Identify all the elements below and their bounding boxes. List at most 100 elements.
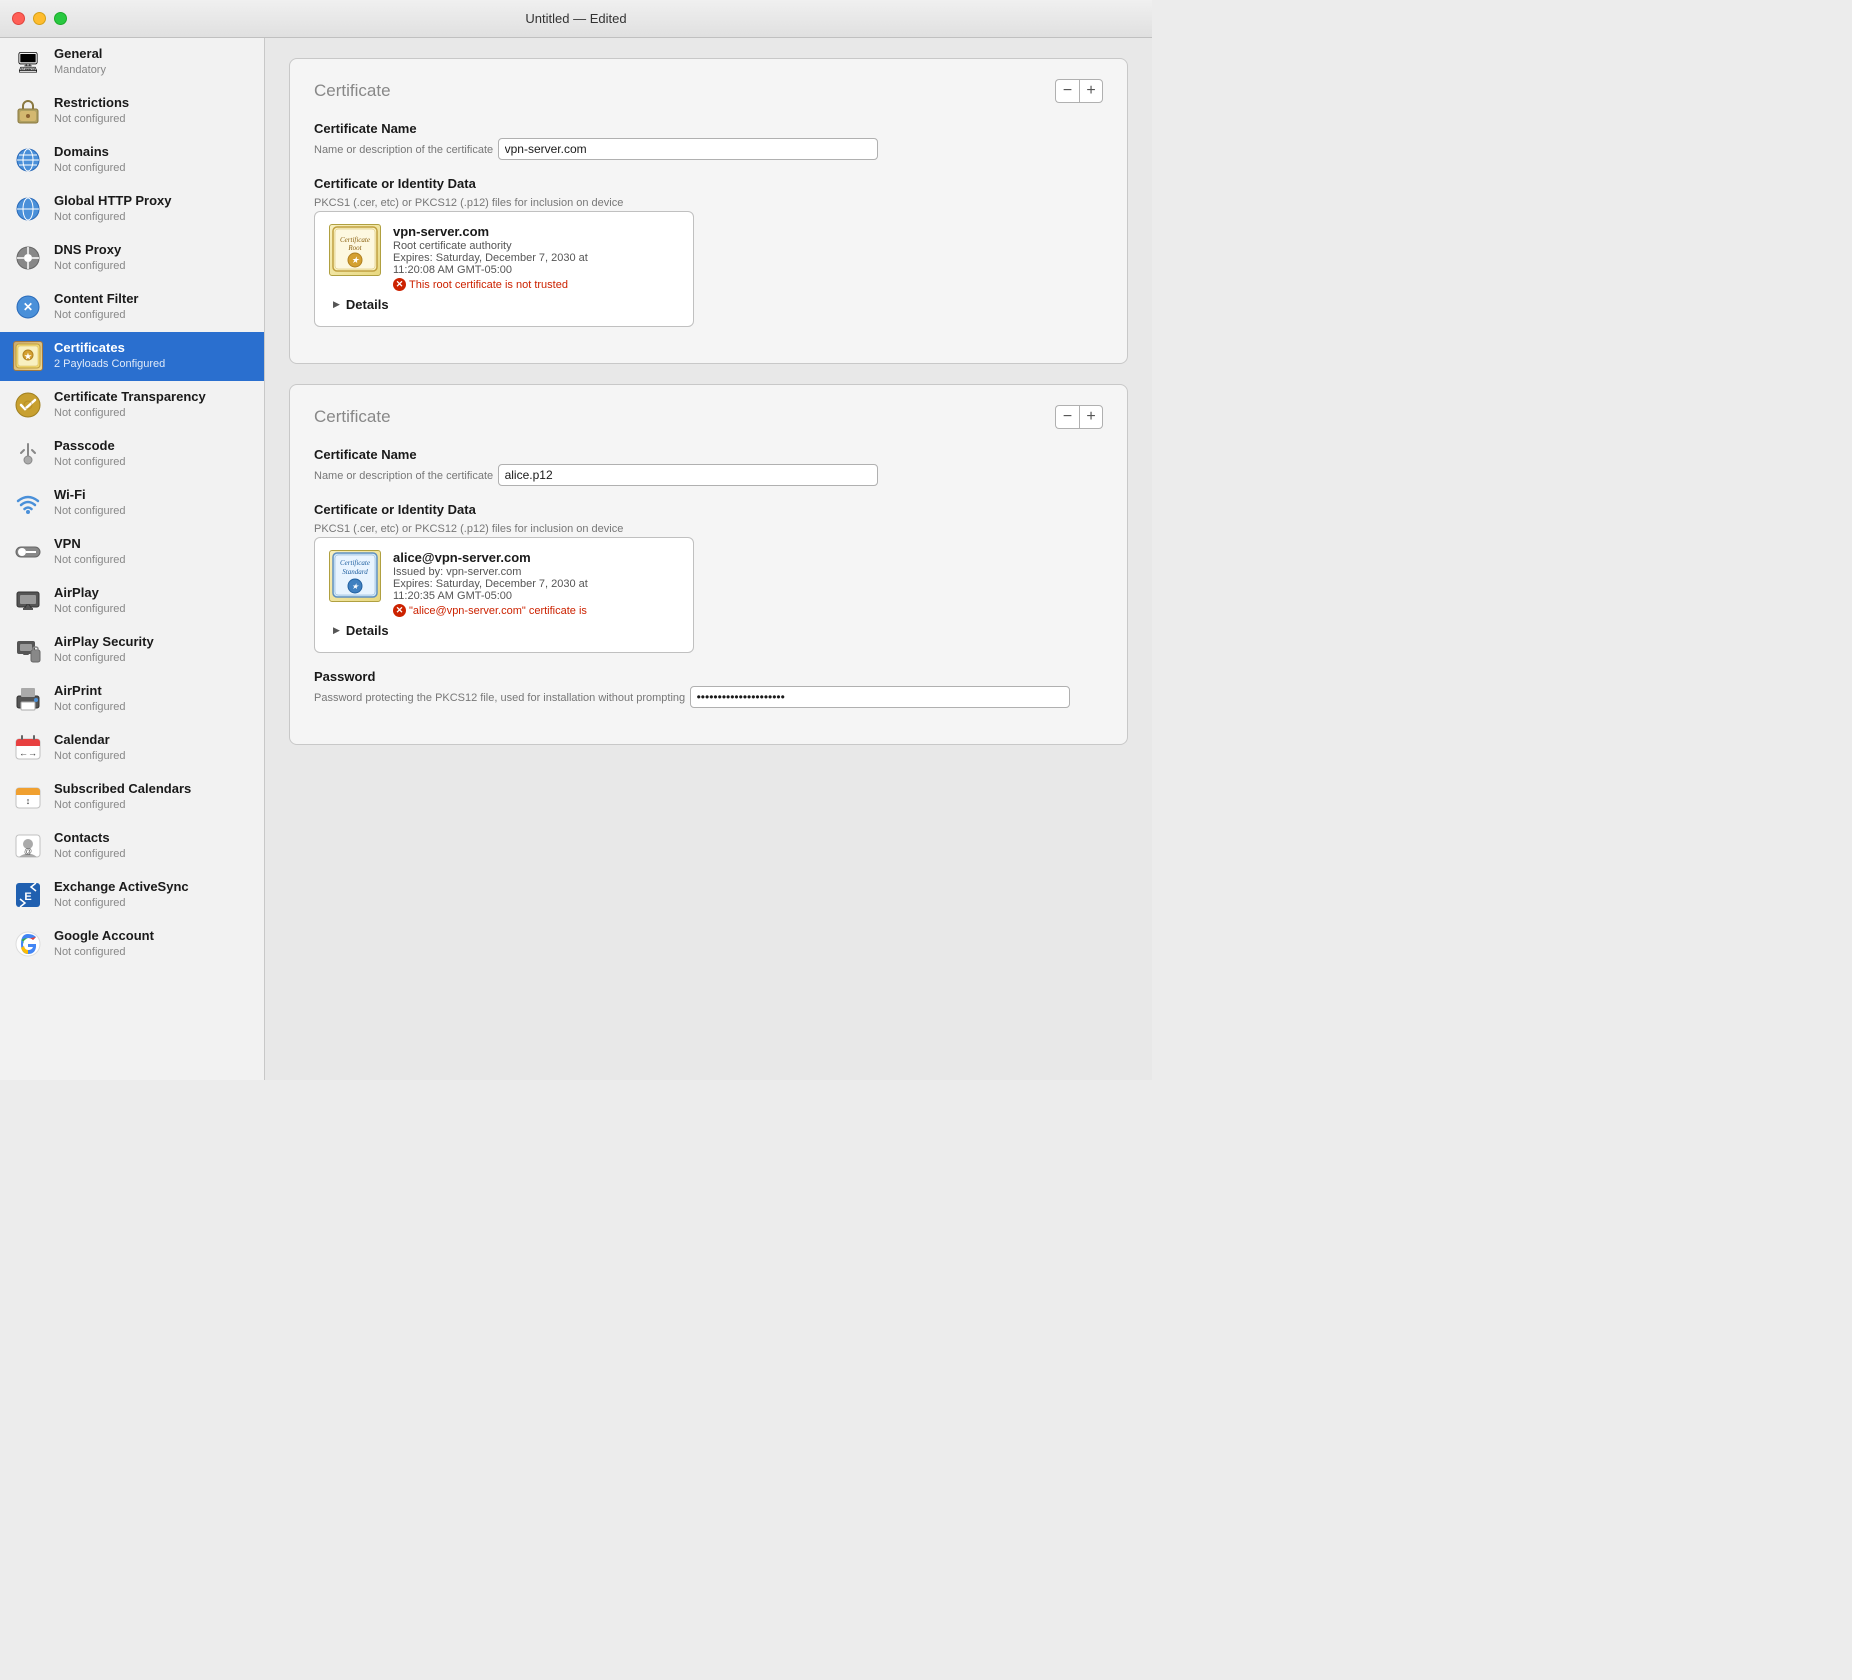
cert-2-plus-button[interactable]: + <box>1079 405 1103 429</box>
sidebar-item-exchange-activesync[interactable]: E Exchange ActiveSync Not configured <box>0 871 264 920</box>
content-filter-icon: ✕ <box>12 291 44 323</box>
sidebar-item-airplay[interactable]: AirPlay Not configured <box>0 577 264 626</box>
cert-section-1-controls: − + <box>1055 79 1103 103</box>
sidebar-item-airprint[interactable]: AirPrint Not configured <box>0 675 264 724</box>
main-content: Certificate − + Certificate Name Name or… <box>265 38 1152 1080</box>
sidebar-item-dns-proxy-title: DNS Proxy <box>54 242 126 259</box>
fullscreen-button[interactable] <box>54 12 67 25</box>
domains-icon <box>12 144 44 176</box>
sidebar-item-certificates[interactable]: ★ Certificates 2 Payloads Configured <box>0 332 264 381</box>
sidebar-item-domains[interactable]: Domains Not configured <box>0 136 264 185</box>
sidebar-item-cert-transparency[interactable]: Certificate Transparency Not configured <box>0 381 264 430</box>
sidebar-item-airplay-security[interactable]: AirPlay Security Not configured <box>0 626 264 675</box>
sidebar-item-contacts-title: Contacts <box>54 830 126 847</box>
sidebar-item-google-account-title: Google Account <box>54 928 154 945</box>
sidebar-item-global-http-proxy[interactable]: Global HTTP Proxy Not configured <box>0 185 264 234</box>
sidebar-item-subscribed-calendars-subtitle: Not configured <box>54 798 191 812</box>
cert-2-error: ✕ "alice@vpn-server.com" certificate is <box>393 604 679 617</box>
svg-text:@: @ <box>24 847 32 856</box>
sidebar-item-google-account[interactable]: Google Account Not configured <box>0 920 264 969</box>
cert-1-expires-2: 11:20:08 AM GMT-05:00 <box>393 264 679 276</box>
sidebar-item-airprint-title: AirPrint <box>54 683 126 700</box>
certificate-section-2: Certificate − + Certificate Name Name or… <box>289 384 1128 745</box>
passcode-icon <box>12 438 44 470</box>
svg-text:★: ★ <box>351 582 359 591</box>
sidebar-item-subscribed-calendars[interactable]: ↕ Subscribed Calendars Not configured <box>0 773 264 822</box>
airplay-icon <box>12 585 44 617</box>
svg-text:Certificate: Certificate <box>340 559 370 567</box>
cert-1-minus-button[interactable]: − <box>1055 79 1079 103</box>
sidebar-item-subscribed-calendars-title: Subscribed Calendars <box>54 781 191 798</box>
sidebar-item-passcode-subtitle: Not configured <box>54 455 126 469</box>
sidebar-item-passcode-title: Passcode <box>54 438 126 455</box>
cert-2-data-group: Certificate or Identity Data PKCS1 (.cer… <box>314 502 1103 653</box>
sidebar-item-airprint-subtitle: Not configured <box>54 700 126 714</box>
cert-1-details-arrow: ▶ <box>333 299 340 310</box>
cert-2-expires-2: 11:20:35 AM GMT-05:00 <box>393 590 679 602</box>
cert-1-plus-button[interactable]: + <box>1079 79 1103 103</box>
sidebar-item-passcode[interactable]: Passcode Not configured <box>0 430 264 479</box>
airprint-icon <box>12 683 44 715</box>
cert-2-details-label: Details <box>346 623 389 638</box>
sidebar-item-content-filter[interactable]: ✕ Content Filter Not configured <box>0 283 264 332</box>
sidebar-item-contacts-subtitle: Not configured <box>54 847 126 861</box>
window-title: Untitled — Edited <box>525 11 626 26</box>
svg-text:↕: ↕ <box>26 796 31 806</box>
cert-2-minus-button[interactable]: − <box>1055 405 1079 429</box>
global-http-proxy-icon <box>12 193 44 225</box>
cert-1-error: ✕ This root certificate is not trusted <box>393 278 679 291</box>
sidebar-item-calendar[interactable]: ←→ Calendar Not configured <box>0 724 264 773</box>
cert-1-data-label: Certificate or Identity Data <box>314 176 1103 191</box>
close-button[interactable] <box>12 12 25 25</box>
sidebar-item-wifi-subtitle: Not configured <box>54 504 126 518</box>
sidebar-item-general-subtitle: Mandatory <box>54 63 106 77</box>
sidebar-item-general-title: General <box>54 46 106 63</box>
sidebar-item-certificates-title: Certificates <box>54 340 165 357</box>
cert-2-name-desc: Name or description of the certificate <box>314 470 493 482</box>
cert-2-name-input[interactable] <box>498 464 878 486</box>
sidebar-item-global-http-proxy-subtitle: Not configured <box>54 210 172 224</box>
cert-1-card: Certificate Root ★ vpn-server.com Root c… <box>314 211 694 327</box>
cert-1-name-input[interactable] <box>498 138 878 160</box>
sidebar-item-general[interactable]: 🖥 General Mandatory <box>0 38 264 87</box>
sidebar-item-wifi-title: Wi-Fi <box>54 487 126 504</box>
cert-2-error-icon: ✕ <box>393 604 406 617</box>
sidebar-item-content-filter-title: Content Filter <box>54 291 139 308</box>
cert-2-expires: Expires: Saturday, December 7, 2030 at <box>393 578 679 590</box>
cert-1-details-label: Details <box>346 297 389 312</box>
dns-proxy-icon <box>12 242 44 274</box>
cert-1-details-row[interactable]: ▶ Details <box>329 291 679 314</box>
sidebar-item-restrictions-title: Restrictions <box>54 95 129 112</box>
sidebar-item-contacts[interactable]: @ Contacts Not configured <box>0 822 264 871</box>
traffic-lights <box>12 12 67 25</box>
cert-1-data-group: Certificate or Identity Data PKCS1 (.cer… <box>314 176 1103 327</box>
wifi-icon <box>12 487 44 519</box>
sidebar-item-domains-title: Domains <box>54 144 126 161</box>
restrictions-icon <box>12 95 44 127</box>
sidebar-item-global-http-proxy-title: Global HTTP Proxy <box>54 193 172 210</box>
sidebar-item-airplay-security-title: AirPlay Security <box>54 634 154 651</box>
sidebar-item-airplay-security-subtitle: Not configured <box>54 651 154 665</box>
sidebar: 🖥 General Mandatory Restrictions Not con… <box>0 38 265 1080</box>
cert-2-password-input[interactable] <box>690 686 1070 708</box>
svg-text:Certificate: Certificate <box>340 236 370 244</box>
cert-transparency-icon <box>12 389 44 421</box>
cert-2-issuer: Issued by: vpn-server.com <box>393 566 679 578</box>
subscribed-calendars-icon: ↕ <box>12 781 44 813</box>
cert-1-error-icon: ✕ <box>393 278 406 291</box>
exchange-activesync-icon: E <box>12 879 44 911</box>
sidebar-item-wifi[interactable]: Wi-Fi Not configured <box>0 479 264 528</box>
sidebar-item-restrictions[interactable]: Restrictions Not configured <box>0 87 264 136</box>
calendar-icon: ←→ <box>12 732 44 764</box>
cert-2-name-label: Certificate Name <box>314 447 1103 462</box>
sidebar-item-calendar-title: Calendar <box>54 732 126 749</box>
cert-2-thumbnail: Certificate Standard ★ <box>329 550 381 602</box>
cert-2-details-row[interactable]: ▶ Details <box>329 617 679 640</box>
cert-2-details-arrow: ▶ <box>333 625 340 636</box>
sidebar-item-vpn-subtitle: Not configured <box>54 553 126 567</box>
sidebar-item-vpn[interactable]: VPN Not configured <box>0 528 264 577</box>
cert-section-1-header: Certificate − + <box>314 79 1103 103</box>
sidebar-item-exchange-activesync-subtitle: Not configured <box>54 896 189 910</box>
sidebar-item-dns-proxy[interactable]: DNS Proxy Not configured <box>0 234 264 283</box>
minimize-button[interactable] <box>33 12 46 25</box>
